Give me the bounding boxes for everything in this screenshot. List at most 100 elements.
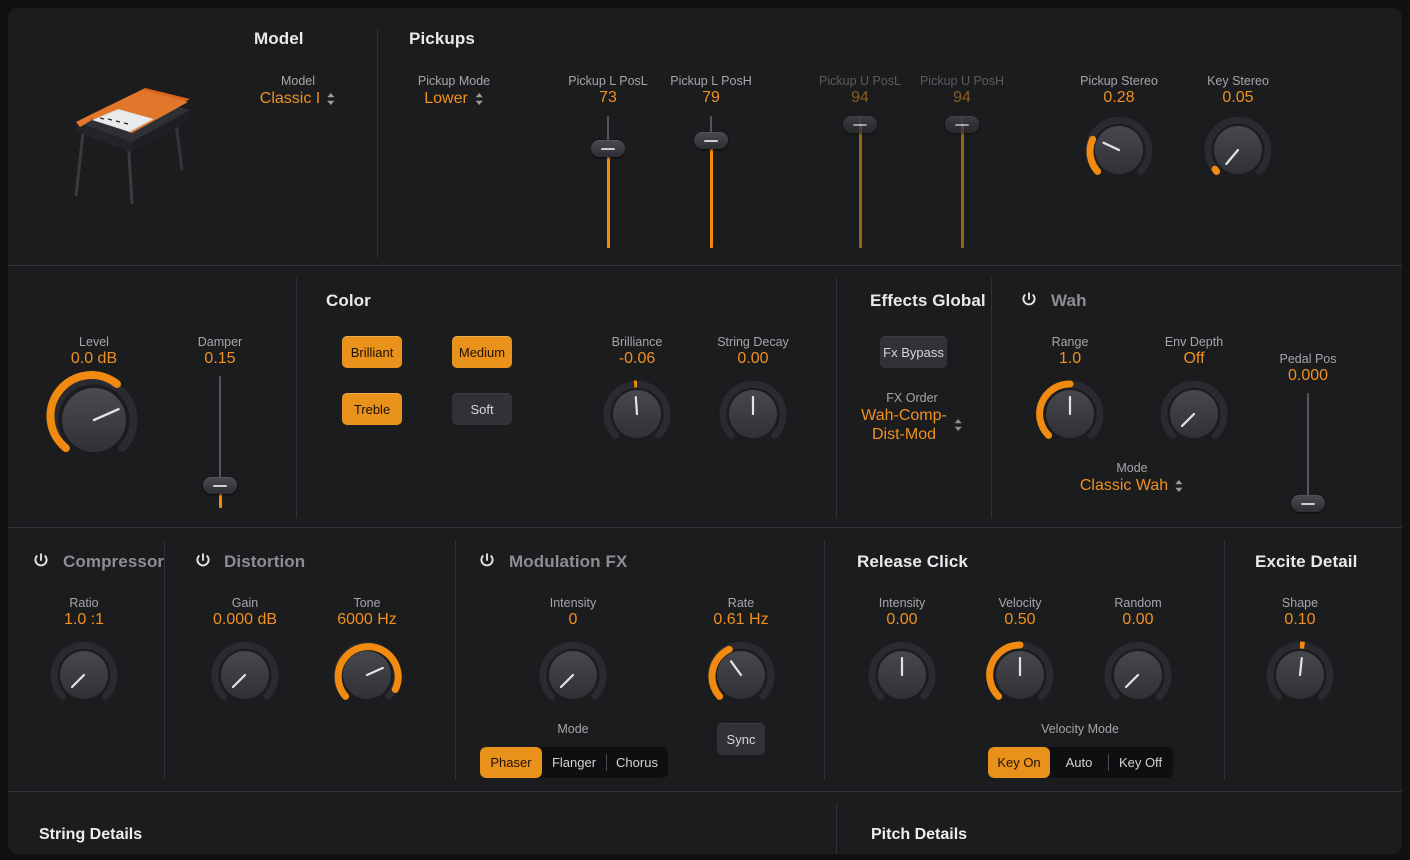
pickup-l-posl-label: Pickup L PosL [568, 74, 648, 88]
release-intensity-knob[interactable] [864, 637, 940, 713]
color-button-medium-label: Medium [458, 344, 506, 360]
brilliance-label: Brilliance [611, 335, 663, 349]
color-button-treble[interactable]: Treble [342, 393, 402, 425]
modfx-intensity-value: 0 [568, 611, 578, 628]
distortion-gain-value: 0.000 dB [212, 611, 278, 628]
string-decay-value: 0.00 [737, 350, 769, 367]
modfx-mode-label: Mode [557, 722, 589, 736]
brilliance-knob[interactable] [599, 376, 675, 452]
chevron-updown-icon [1174, 479, 1184, 493]
pitch-details-header[interactable]: Pitch Details [871, 826, 967, 844]
model-param-label: Model [280, 74, 316, 88]
section-title-color: Color [326, 291, 371, 310]
slider-handle[interactable] [694, 132, 728, 149]
wah-mode-popup[interactable]: Classic Wah [1080, 476, 1184, 495]
wah-env-depth-knob[interactable] [1156, 376, 1232, 452]
modfx-sync-button[interactable]: Sync [717, 723, 765, 755]
fx-bypass-label: Fx Bypass [883, 344, 944, 360]
distortion-tone-knob[interactable] [329, 637, 405, 713]
release-velocity-mode-label: Velocity Mode [1041, 722, 1119, 736]
pickup-l-posh-slider[interactable] [694, 116, 728, 248]
modfx-intensity-knob[interactable] [535, 637, 611, 713]
pickup-u-posh-value: 94 [953, 89, 971, 106]
fx-order-value-line1: Wah-Comp- [861, 407, 947, 424]
modfx-sync-label: Sync [726, 731, 756, 747]
pickup-l-posh-label: Pickup L PosH [670, 74, 752, 88]
slider-handle[interactable] [945, 116, 979, 133]
fx-order-popup[interactable]: Wah-Comp- Dist-Mod [861, 406, 963, 444]
divider-distortion-modfx [455, 540, 456, 780]
section-title-excite-detail: Excite Detail [1255, 552, 1358, 571]
section-title-model: Model [254, 29, 304, 48]
release-random-value: 0.00 [1122, 611, 1154, 628]
section-title-compressor: Compressor [63, 552, 165, 571]
modfx-mode-segmented[interactable]: Phaser Flanger Chorus [480, 747, 668, 778]
damper-slider[interactable] [203, 376, 237, 508]
modulation-fx-power-icon[interactable] [478, 552, 496, 570]
string-details-header[interactable]: String Details [39, 826, 142, 844]
slider-handle[interactable] [1291, 495, 1325, 512]
release-velocity-mode-segmented[interactable]: Key On Auto Key Off [988, 747, 1173, 778]
velocity-mode-option-key-off-label: Key Off [1118, 755, 1163, 770]
model-popup[interactable]: Classic I [260, 89, 336, 108]
modfx-mode-option-phaser[interactable]: Phaser [480, 747, 542, 778]
velocity-mode-option-auto-label: Auto [1065, 755, 1093, 770]
level-label: Level [79, 335, 109, 349]
modfx-rate-knob[interactable] [703, 637, 779, 713]
velocity-mode-option-key-on-label: Key On [997, 755, 1041, 770]
pickup-mode-label: Pickup Mode [417, 74, 491, 88]
slider-handle[interactable] [203, 477, 237, 494]
excite-shape-label: Shape [1281, 596, 1319, 610]
release-velocity-value: 0.50 [1004, 611, 1036, 628]
pickup-l-posl-slider[interactable] [591, 116, 625, 248]
compressor-ratio-knob[interactable] [46, 637, 122, 713]
velocity-mode-option-key-on[interactable]: Key On [988, 747, 1050, 778]
color-button-soft[interactable]: Soft [452, 393, 512, 425]
electric-piano-icon [70, 86, 200, 206]
distortion-tone-label: Tone [353, 596, 381, 610]
divider-level-color [296, 278, 297, 518]
velocity-mode-option-key-off[interactable]: Key Off [1108, 747, 1173, 778]
modfx-mode-option-flanger[interactable]: Flanger [542, 747, 606, 778]
release-intensity-value: 0.00 [886, 611, 918, 628]
section-title-release-click: Release Click [857, 552, 968, 571]
slider-fill [960, 124, 964, 248]
wah-env-depth-label: Env Depth [1164, 335, 1224, 349]
color-button-medium[interactable]: Medium [452, 336, 512, 368]
section-title-wah: Wah [1051, 291, 1087, 310]
damper-label: Damper [197, 335, 243, 349]
color-button-brilliant[interactable]: Brilliant [342, 336, 402, 368]
level-knob[interactable] [44, 370, 144, 470]
slider-handle[interactable] [843, 116, 877, 133]
release-velocity-knob[interactable] [982, 637, 1058, 713]
excite-shape-knob[interactable] [1262, 637, 1338, 713]
pickup-stereo-knob[interactable] [1081, 112, 1157, 188]
release-random-label: Random [1114, 596, 1162, 610]
release-velocity-label: Velocity [998, 596, 1042, 610]
wah-mode-label: Mode [1116, 461, 1148, 475]
distortion-power-icon[interactable] [194, 552, 212, 570]
pickup-u-posh-label: Pickup U PosH [919, 74, 1005, 88]
wah-power-icon[interactable] [1020, 291, 1038, 309]
wah-pedal-pos-slider[interactable] [1291, 393, 1325, 512]
release-random-knob[interactable] [1100, 637, 1176, 713]
wah-range-knob[interactable] [1032, 376, 1108, 452]
level-value: 0.0 dB [70, 350, 118, 367]
key-stereo-knob[interactable] [1200, 112, 1276, 188]
slider-fill [709, 140, 713, 248]
compressor-ratio-label: Ratio [69, 596, 99, 610]
distortion-gain-label: Gain [231, 596, 259, 610]
fx-bypass-button[interactable]: Fx Bypass [880, 336, 947, 368]
slider-handle[interactable] [591, 140, 625, 157]
slider-fill [606, 148, 610, 248]
velocity-mode-option-auto[interactable]: Auto [1050, 747, 1108, 778]
modfx-mode-option-flanger-label: Flanger [551, 755, 597, 770]
pickup-u-posl-slider[interactable] [843, 116, 877, 248]
pickup-mode-popup[interactable]: Lower [424, 89, 484, 108]
pickup-u-posh-slider[interactable] [945, 116, 979, 248]
distortion-gain-knob[interactable] [207, 637, 283, 713]
compressor-power-icon[interactable] [32, 552, 50, 570]
color-button-brilliant-label: Brilliant [350, 344, 394, 360]
modfx-mode-option-chorus[interactable]: Chorus [606, 747, 668, 778]
string-decay-knob[interactable] [715, 376, 791, 452]
